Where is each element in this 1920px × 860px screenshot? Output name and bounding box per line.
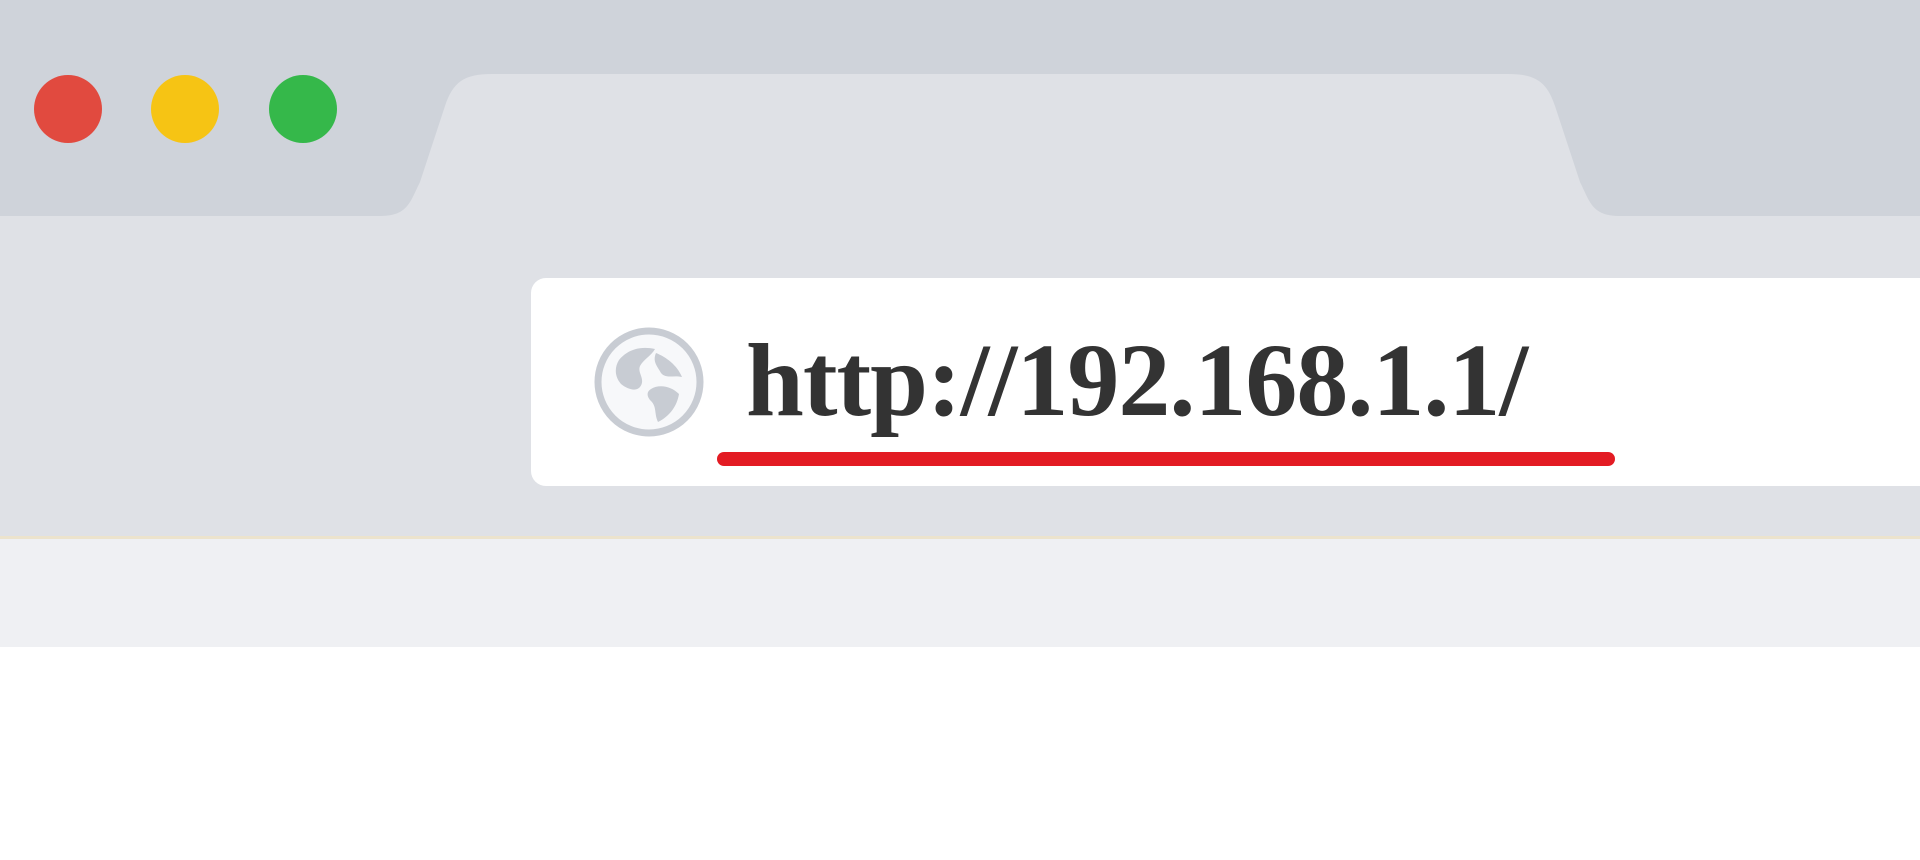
maximize-window-button[interactable]: [269, 75, 337, 143]
globe-icon: [594, 327, 704, 437]
address-url[interactable]: http://192.168.1.1/: [746, 316, 1528, 446]
active-tab[interactable]: [380, 74, 1620, 216]
close-window-button[interactable]: [34, 75, 102, 143]
tab-strip: [0, 0, 1920, 216]
browser-window: http://192.168.1.1/: [0, 0, 1920, 860]
url-highlight-underline: [717, 452, 1615, 466]
minimize-window-button[interactable]: [151, 75, 219, 143]
page-content: [0, 647, 1920, 860]
bookmarks-bar: [0, 539, 1920, 647]
